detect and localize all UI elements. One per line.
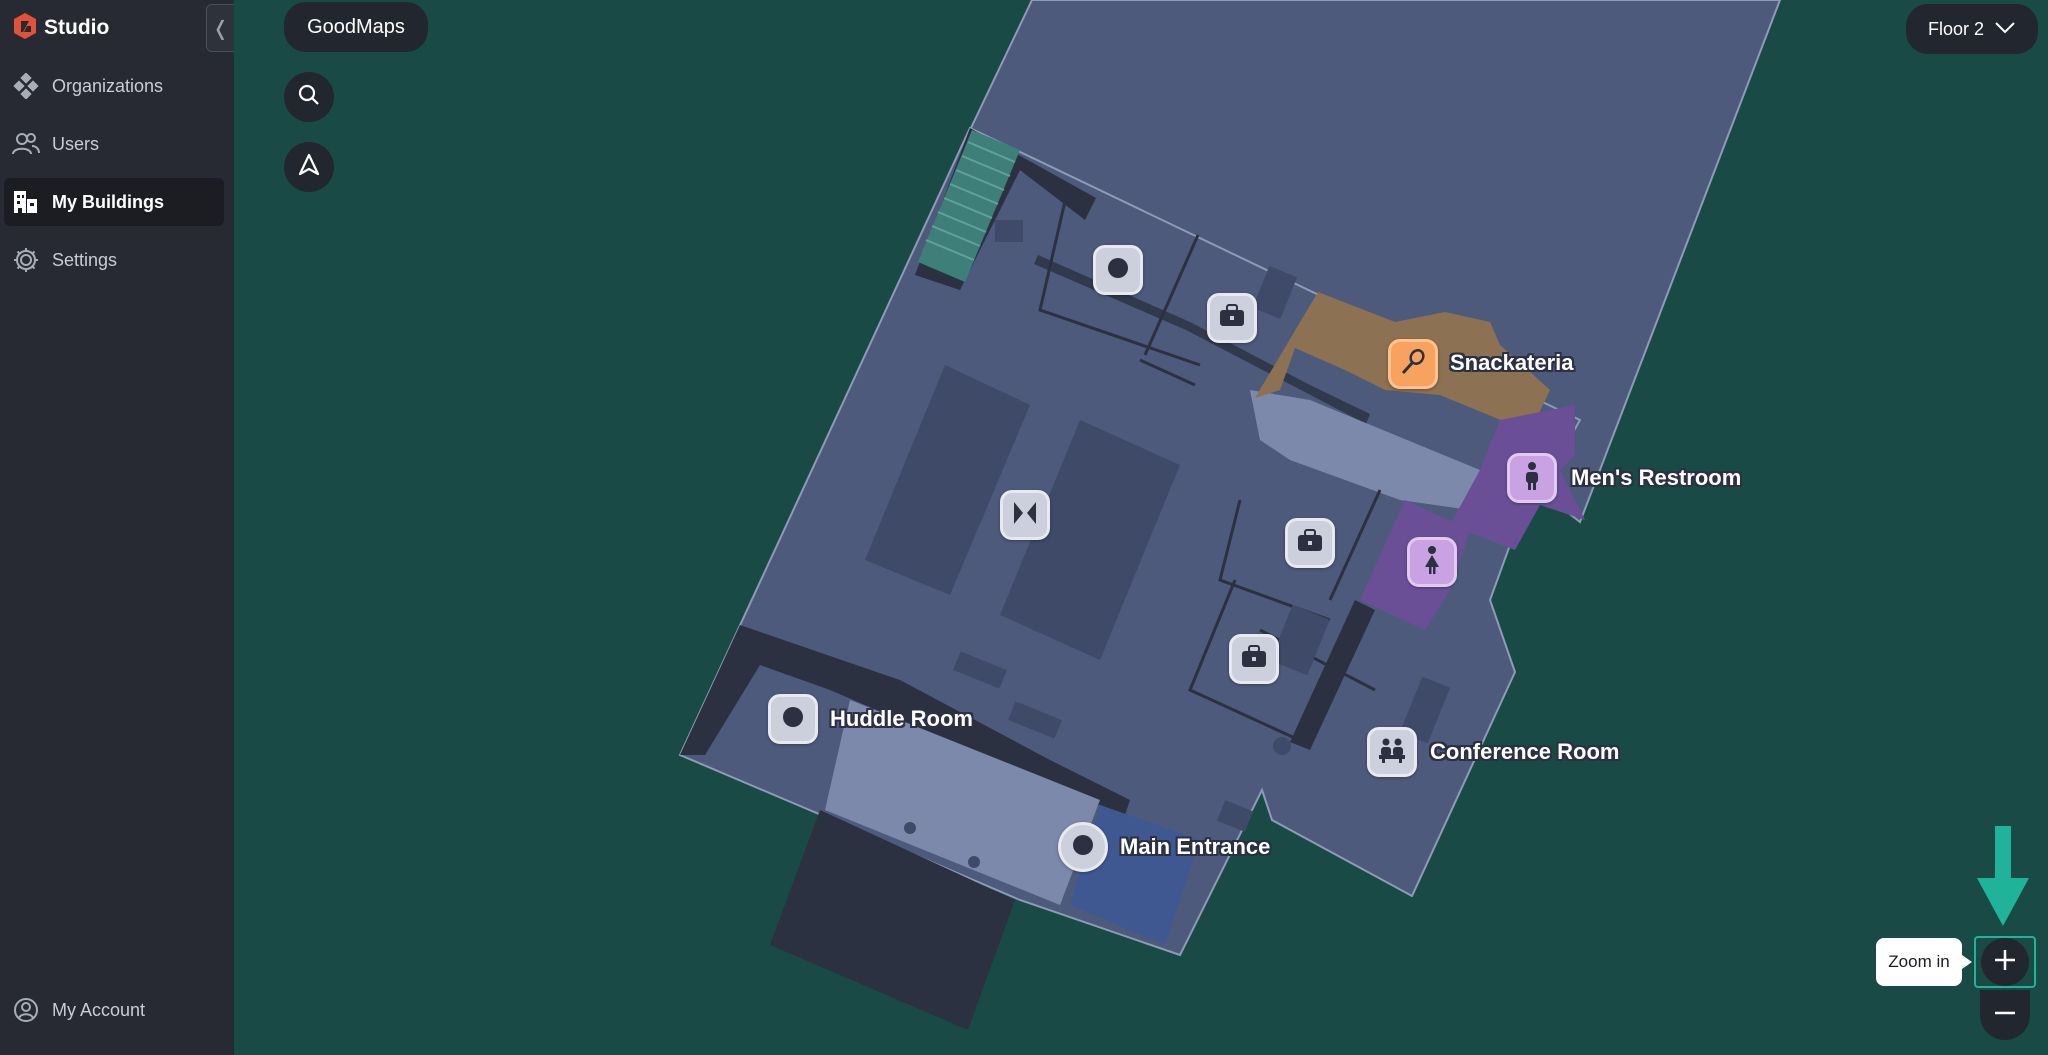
my-account-link[interactable]: My Account bbox=[4, 986, 224, 1034]
dot-icon bbox=[1072, 834, 1094, 861]
label-mens-restroom[interactable]: Men's Restroom bbox=[1571, 465, 1741, 491]
label-huddle-room[interactable]: Huddle Room bbox=[830, 706, 973, 732]
elevator-icon bbox=[1012, 500, 1038, 531]
buildings-icon bbox=[12, 188, 40, 216]
sidebar-item-my-buildings[interactable]: My Buildings bbox=[4, 178, 224, 226]
dot-icon bbox=[782, 706, 804, 733]
gear-icon bbox=[12, 246, 40, 274]
poi-snackateria-marker[interactable] bbox=[1388, 339, 1438, 389]
navigation-button[interactable] bbox=[284, 142, 334, 192]
zoom-out-button[interactable] bbox=[1980, 990, 2030, 1040]
sidebar-nav: Organizations Users My Buildings Setting… bbox=[0, 62, 234, 294]
sidebar-item-settings[interactable]: Settings bbox=[4, 236, 224, 284]
sidebar-item-label: Users bbox=[52, 133, 100, 154]
sidebar: Studio ❬ Organizations Users My Building… bbox=[0, 0, 234, 1055]
zoom-in-tooltip: Zoom in bbox=[1876, 938, 1972, 986]
poi-conference-room-marker[interactable] bbox=[1367, 727, 1417, 777]
navigation-arrow-icon bbox=[297, 153, 321, 182]
label-snackateria[interactable]: Snackateria bbox=[1450, 350, 1574, 376]
label-main-entrance[interactable]: Main Entrance bbox=[1120, 834, 1270, 860]
minus-icon bbox=[1993, 1001, 2017, 1030]
sidebar-item-label: Settings bbox=[52, 249, 118, 270]
app-root: Studio ❬ Organizations Users My Building… bbox=[0, 0, 2048, 1055]
dot-icon bbox=[1107, 257, 1129, 284]
studio-logo-icon bbox=[12, 12, 38, 45]
sidebar-item-label: My Buildings bbox=[52, 191, 164, 212]
poi-office-marker[interactable] bbox=[1229, 634, 1279, 684]
sidebar-item-users[interactable]: Users bbox=[4, 120, 224, 168]
poi-office-marker[interactable] bbox=[1285, 518, 1335, 568]
brand[interactable]: Studio bbox=[12, 12, 109, 44]
poi-office-marker[interactable] bbox=[1207, 293, 1257, 343]
poi-womens-restroom-marker[interactable] bbox=[1407, 537, 1457, 587]
woman-icon bbox=[1422, 545, 1442, 580]
briefcase-icon bbox=[1218, 303, 1246, 333]
sidebar-item-label: Organizations bbox=[52, 75, 164, 96]
brand-name: Studio bbox=[44, 16, 110, 39]
map-title[interactable]: GoodMaps bbox=[284, 2, 428, 52]
briefcase-icon bbox=[1296, 528, 1324, 558]
poi-room-marker[interactable] bbox=[1093, 245, 1143, 295]
search-icon bbox=[297, 83, 321, 112]
poi-mens-restroom-marker[interactable] bbox=[1507, 453, 1557, 503]
organizations-icon bbox=[12, 72, 40, 100]
poi-elevator-marker[interactable] bbox=[1000, 490, 1050, 540]
zoom-in-button-face[interactable] bbox=[1981, 938, 2029, 986]
floor-selector[interactable]: Floor 2 bbox=[1906, 4, 2038, 54]
zoom-in-button[interactable] bbox=[1974, 936, 2036, 988]
plus-icon bbox=[1993, 948, 2017, 977]
poi-huddle-room-marker[interactable] bbox=[768, 694, 818, 744]
collapse-sidebar-button[interactable]: ❬ bbox=[206, 4, 234, 52]
sidebar-item-organizations[interactable]: Organizations bbox=[4, 62, 224, 110]
man-icon bbox=[1522, 461, 1542, 496]
arrow-down-icon bbox=[1974, 826, 2032, 935]
people-icon bbox=[1378, 737, 1406, 768]
poi-main-entrance-marker[interactable] bbox=[1058, 822, 1108, 872]
map-canvas[interactable]: GoodMaps Floor 2 Snackateria Men's Restr… bbox=[234, 0, 2048, 1055]
label-conference-room[interactable]: Conference Room bbox=[1430, 739, 1619, 765]
briefcase-icon bbox=[1240, 644, 1268, 674]
chevron-down-icon bbox=[1994, 19, 2016, 40]
account-icon bbox=[12, 996, 40, 1024]
floor-plan bbox=[678, 0, 1782, 1030]
users-icon bbox=[12, 130, 40, 158]
spatula-icon bbox=[1400, 348, 1426, 380]
chevron-left-icon: ❬ bbox=[212, 17, 229, 40]
floor-selector-label: Floor 2 bbox=[1927, 18, 1985, 39]
search-button[interactable] bbox=[284, 72, 334, 122]
account-label: My Account bbox=[52, 999, 146, 1020]
